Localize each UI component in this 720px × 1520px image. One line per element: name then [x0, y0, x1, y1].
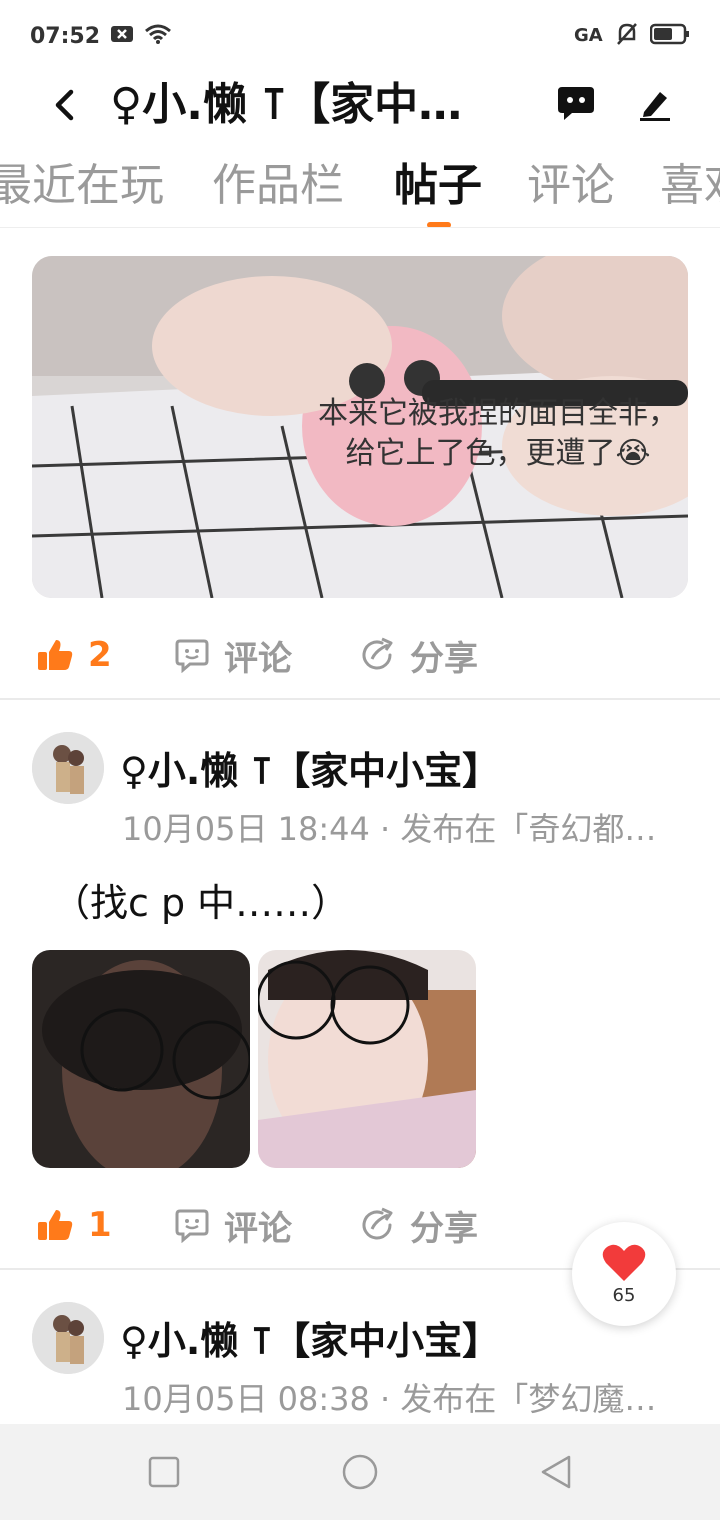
share-icon	[362, 637, 393, 670]
wifi-icon	[144, 23, 172, 49]
share-label: 分享	[410, 1208, 478, 1249]
tab-likes[interactable]: 喜欢	[660, 156, 720, 216]
comment-label: 评论	[224, 638, 292, 679]
pencil-icon	[640, 92, 670, 121]
post-text: （找c p 中……）	[52, 881, 350, 925]
square-icon	[148, 1456, 180, 1488]
divider	[0, 698, 720, 700]
back-nav-button[interactable]	[534, 1450, 578, 1494]
avatar[interactable]	[32, 732, 104, 804]
svg-text:GA: GA	[574, 25, 603, 45]
thumbs-up-icon	[38, 640, 73, 670]
comment-icon	[175, 1209, 209, 1243]
thumbnail-photo	[32, 950, 250, 1168]
post-thumbnail[interactable]	[258, 950, 476, 1168]
page-title: ♀小.懒 ⊺【家中…	[110, 79, 463, 130]
like-count: 1	[88, 1205, 112, 1245]
chat-bubble-icon	[558, 87, 594, 120]
share-icon	[362, 1207, 393, 1240]
comment-button[interactable]: 评论	[174, 1190, 292, 1260]
thumbnail-photo	[258, 950, 476, 1168]
share-button[interactable]: 分享	[360, 620, 478, 690]
tab-bar: 最近在玩 作品栏 帖子 评论 喜欢	[0, 150, 720, 228]
game-icon: GA	[574, 23, 604, 49]
comment-button[interactable]: 评论	[174, 620, 292, 690]
post-thumbnail[interactable]	[32, 950, 250, 1168]
like-button[interactable]: 2	[36, 620, 112, 690]
tab-posts[interactable]: 帖子	[394, 156, 482, 216]
recent-apps-button[interactable]	[142, 1450, 186, 1494]
notification-x-icon	[110, 24, 134, 48]
triangle-back-icon	[541, 1455, 571, 1489]
system-navigation-bar	[0, 1424, 720, 1520]
post-actions: 2 评论 分享	[0, 620, 720, 690]
avatar-image	[32, 732, 104, 804]
tab-comments[interactable]: 评论	[527, 156, 615, 216]
post-image[interactable]: 本来它被我捏的面目全非，给它上了色，更遭了😭	[32, 256, 688, 598]
like-count: 2	[88, 635, 112, 675]
author-name[interactable]: ♀小.懒 ⊺【家中小宝】	[120, 1310, 500, 1365]
post-meta: 10月05日 08:38 · 发布在「梦幻魔…	[122, 1380, 657, 1418]
home-button[interactable]	[338, 1450, 382, 1494]
comment-label: 评论	[224, 1208, 292, 1249]
edit-button[interactable]	[630, 78, 680, 128]
status-time: 07:52	[30, 23, 101, 49]
floating-like-count: 65	[612, 1284, 636, 1306]
tab-recent[interactable]: 最近在玩	[0, 156, 164, 216]
active-tab-indicator	[427, 222, 451, 227]
header: ♀小.懒 ⊺【家中…	[0, 62, 720, 146]
avatar-image	[32, 1302, 104, 1374]
image-caption: 本来它被我捏的面目全非，给它上了色，更遭了😭	[318, 396, 678, 471]
battery-icon	[649, 23, 690, 49]
comment-icon	[175, 639, 209, 673]
share-label: 分享	[410, 638, 478, 679]
chat-button[interactable]	[551, 78, 601, 128]
back-button[interactable]	[46, 80, 82, 130]
avatar[interactable]	[32, 1302, 104, 1374]
heart-icon	[602, 1244, 646, 1281]
like-button[interactable]: 1	[36, 1190, 112, 1260]
back-arrow-icon	[55, 89, 74, 121]
thumbs-up-icon	[38, 1210, 73, 1240]
author-name[interactable]: ♀小.懒 ⊺【家中小宝】	[120, 740, 500, 795]
floating-like-button[interactable]: 65	[572, 1222, 676, 1326]
post-meta: 10月05日 18:44 · 发布在「奇幻都…	[122, 810, 657, 848]
share-button[interactable]: 分享	[360, 1190, 478, 1260]
circle-icon	[342, 1454, 378, 1490]
bell-off-icon	[616, 22, 638, 50]
tab-works[interactable]: 作品栏	[212, 156, 344, 216]
